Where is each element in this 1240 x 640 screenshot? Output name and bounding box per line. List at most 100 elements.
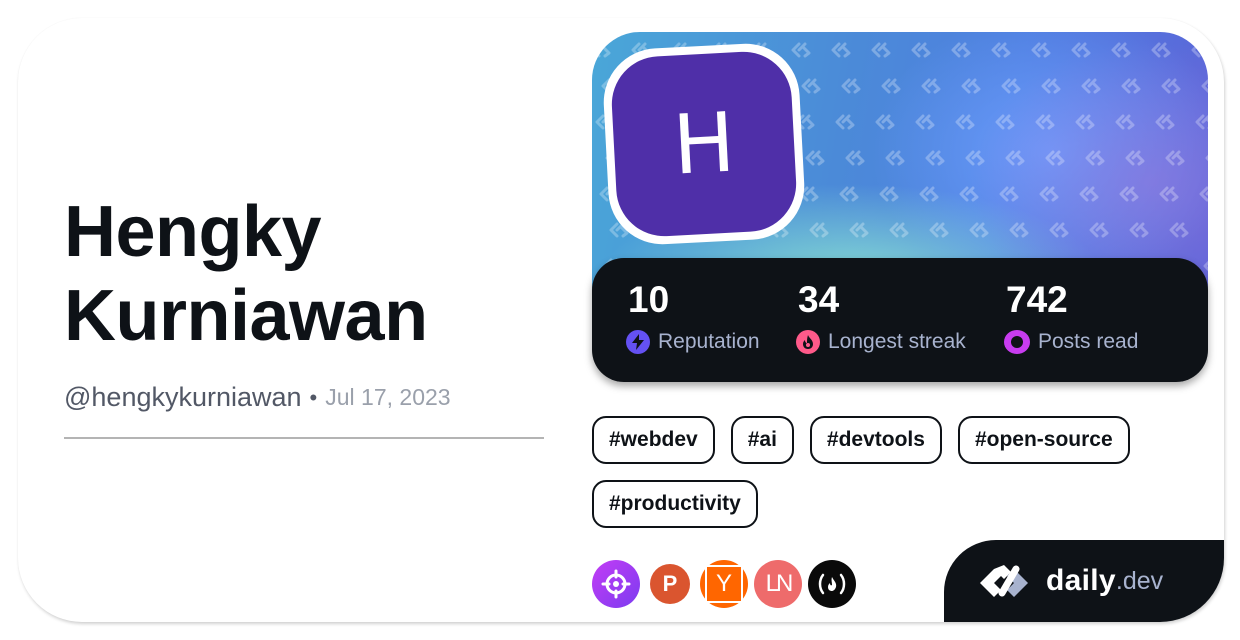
pattern-logo-icon bbox=[915, 114, 935, 130]
pattern-logo-icon bbox=[889, 222, 909, 238]
pattern-logo-icon bbox=[1205, 154, 1208, 162]
flame-icon bbox=[796, 330, 820, 354]
pattern-logo-icon bbox=[1199, 186, 1208, 202]
stat-reputation: 10 Reputation bbox=[626, 278, 760, 354]
pattern-logo-icon bbox=[1031, 42, 1051, 58]
pattern-logo-icon bbox=[1129, 222, 1149, 238]
pattern-logo-icon bbox=[1039, 186, 1059, 202]
tag-chip[interactable]: #devtools bbox=[809, 416, 942, 464]
source-list: P Y LN bbox=[592, 560, 856, 608]
pattern-logo-icon bbox=[1075, 114, 1095, 130]
stat-value: 10 bbox=[628, 279, 670, 320]
tag-list: #webdev #ai #devtools #open-source #prod… bbox=[592, 416, 1212, 528]
pattern-logo-icon bbox=[835, 114, 855, 130]
tag-chip[interactable]: #ai bbox=[730, 416, 794, 464]
pattern-logo-icon bbox=[1041, 78, 1061, 94]
producthunt-source-icon[interactable]: P bbox=[650, 564, 690, 604]
pattern-logo-icon bbox=[991, 42, 1011, 58]
pattern-logo-icon bbox=[1165, 150, 1185, 166]
pattern-logo-icon bbox=[1085, 150, 1105, 166]
stat-posts-read: 742 Posts read bbox=[1004, 278, 1138, 354]
tag-chip[interactable]: #productivity bbox=[592, 480, 758, 528]
profile-handle: @hengkykurniawan bbox=[64, 382, 302, 412]
daily-dev-badge: daily .dev bbox=[944, 540, 1224, 622]
ring-icon bbox=[1004, 330, 1030, 354]
pattern-logo-icon bbox=[1081, 78, 1101, 94]
daily-dev-logo-icon bbox=[980, 565, 1028, 597]
hackernews-source-icon[interactable]: Y bbox=[700, 560, 748, 608]
pattern-logo-icon bbox=[1119, 186, 1139, 202]
stat-label: Posts read bbox=[1038, 330, 1139, 353]
pattern-logo-icon bbox=[875, 114, 895, 130]
pattern-logo-icon bbox=[1049, 222, 1069, 238]
stat-value: 742 bbox=[1006, 279, 1068, 320]
pattern-logo-icon bbox=[929, 222, 949, 238]
pattern-logo-icon bbox=[1155, 114, 1175, 130]
pattern-logo-icon bbox=[925, 150, 945, 166]
stats-panel: 10 Reputation 34 Longest streak 742 Post… bbox=[592, 258, 1208, 382]
pattern-logo-icon bbox=[969, 222, 989, 238]
stat-label: Reputation bbox=[658, 330, 760, 353]
pattern-logo-icon bbox=[1125, 150, 1145, 166]
pattern-logo-icon bbox=[1203, 260, 1208, 272]
pattern-logo-icon bbox=[1009, 222, 1029, 238]
pattern-logo-icon bbox=[961, 78, 981, 94]
stat-label: Longest streak bbox=[828, 330, 966, 353]
pattern-logo-icon bbox=[1201, 78, 1208, 94]
pattern-logo-icon bbox=[959, 186, 979, 202]
pattern-logo-icon bbox=[1089, 222, 1109, 238]
freecodecamp-source-icon[interactable] bbox=[808, 560, 856, 608]
pattern-logo-icon bbox=[885, 150, 905, 166]
pattern-logo-icon bbox=[1035, 114, 1055, 130]
pattern-logo-icon bbox=[1115, 114, 1135, 130]
pattern-logo-icon bbox=[999, 186, 1019, 202]
pattern-logo-icon bbox=[849, 222, 869, 238]
tag-chip[interactable]: #open-source bbox=[957, 416, 1130, 464]
pattern-logo-icon bbox=[919, 186, 939, 202]
profile-last-name: Kurniawan bbox=[64, 276, 428, 356]
stat-value: 34 bbox=[798, 279, 840, 320]
pattern-logo-icon bbox=[809, 222, 829, 238]
pattern-logo-icon bbox=[921, 78, 941, 94]
pattern-logo-icon bbox=[911, 42, 931, 58]
lobsters-source-icon[interactable]: LN bbox=[754, 560, 802, 608]
separator-dot: • bbox=[309, 384, 318, 410]
pattern-logo-icon bbox=[871, 42, 891, 58]
pattern-logo-icon bbox=[955, 114, 975, 130]
lightning-icon bbox=[626, 330, 650, 354]
brand-name: daily bbox=[1046, 564, 1116, 597]
stat-longest-streak: 34 Longest streak bbox=[796, 278, 966, 354]
pattern-logo-icon bbox=[831, 42, 851, 58]
pattern-logo-icon bbox=[1045, 150, 1065, 166]
divider bbox=[64, 437, 544, 439]
handle-row: @hengkykurniawan • Jul 17, 2023 bbox=[64, 382, 451, 413]
pattern-logo-icon bbox=[1151, 42, 1171, 58]
pattern-logo-icon bbox=[879, 186, 899, 202]
pattern-logo-icon bbox=[805, 150, 825, 166]
pattern-logo-icon bbox=[1195, 114, 1208, 130]
pattern-logo-icon bbox=[1001, 78, 1021, 94]
pattern-logo-icon bbox=[1079, 186, 1099, 202]
pattern-logo-icon bbox=[1161, 78, 1181, 94]
pattern-logo-icon bbox=[1005, 150, 1025, 166]
pattern-logo-icon bbox=[995, 114, 1015, 130]
pattern-logo-icon bbox=[791, 42, 811, 58]
pattern-logo-icon bbox=[841, 78, 861, 94]
pattern-logo-icon bbox=[951, 42, 971, 58]
joined-date: Jul 17, 2023 bbox=[325, 384, 451, 410]
pattern-logo-icon bbox=[1191, 42, 1208, 58]
profile-name: Hengky Kurniawan bbox=[64, 190, 544, 358]
pattern-logo-icon bbox=[881, 78, 901, 94]
crosshair-source-icon[interactable] bbox=[592, 560, 640, 608]
pattern-logo-icon bbox=[801, 78, 821, 94]
pattern-logo-icon bbox=[1169, 222, 1189, 238]
pattern-logo-icon bbox=[592, 42, 611, 58]
pattern-logo-icon bbox=[1121, 78, 1141, 94]
pattern-logo-icon bbox=[1159, 186, 1179, 202]
pattern-logo-icon bbox=[839, 186, 859, 202]
avatar: H bbox=[609, 49, 799, 239]
profile-first-name: Hengky bbox=[64, 192, 322, 272]
tag-chip[interactable]: #webdev bbox=[592, 416, 715, 464]
pattern-logo-icon bbox=[1111, 42, 1131, 58]
brand-tld: .dev bbox=[1115, 566, 1164, 595]
